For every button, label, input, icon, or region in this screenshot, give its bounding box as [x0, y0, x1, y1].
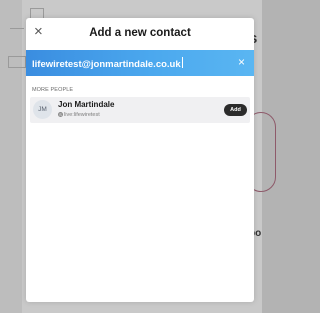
dialog-header: × Add a new contact [26, 18, 254, 48]
skype-icon: S [58, 112, 63, 117]
contact-handle-text: live:lifewiretest [64, 112, 100, 118]
contact-result-row[interactable]: JM Jon Martindale Slive:lifewiretest Add [30, 97, 250, 123]
add-contact-dialog: × Add a new contact lifewiretest@jonmart… [26, 18, 254, 302]
dialog-title: Add a new contact [89, 27, 191, 39]
contact-handle: Slive:lifewiretest [58, 112, 100, 118]
text-caret [181, 57, 183, 68]
background-divider [10, 28, 24, 29]
contact-name: Jon Martindale [58, 100, 115, 109]
avatar: JM [33, 100, 52, 119]
section-label: MORE PEOPLE [32, 87, 74, 93]
search-bar: lifewiretest@jonmartindale.co.uk × [26, 50, 254, 76]
background-icon [8, 56, 26, 68]
add-contact-button[interactable]: Add [224, 104, 247, 116]
clear-search-icon[interactable]: × [238, 56, 245, 68]
background-sidebar [0, 0, 22, 313]
search-input-value[interactable]: lifewiretest@jonmartindale.co.uk [32, 59, 181, 70]
search-input[interactable]: lifewiretest@jonmartindale.co.uk [32, 57, 183, 70]
